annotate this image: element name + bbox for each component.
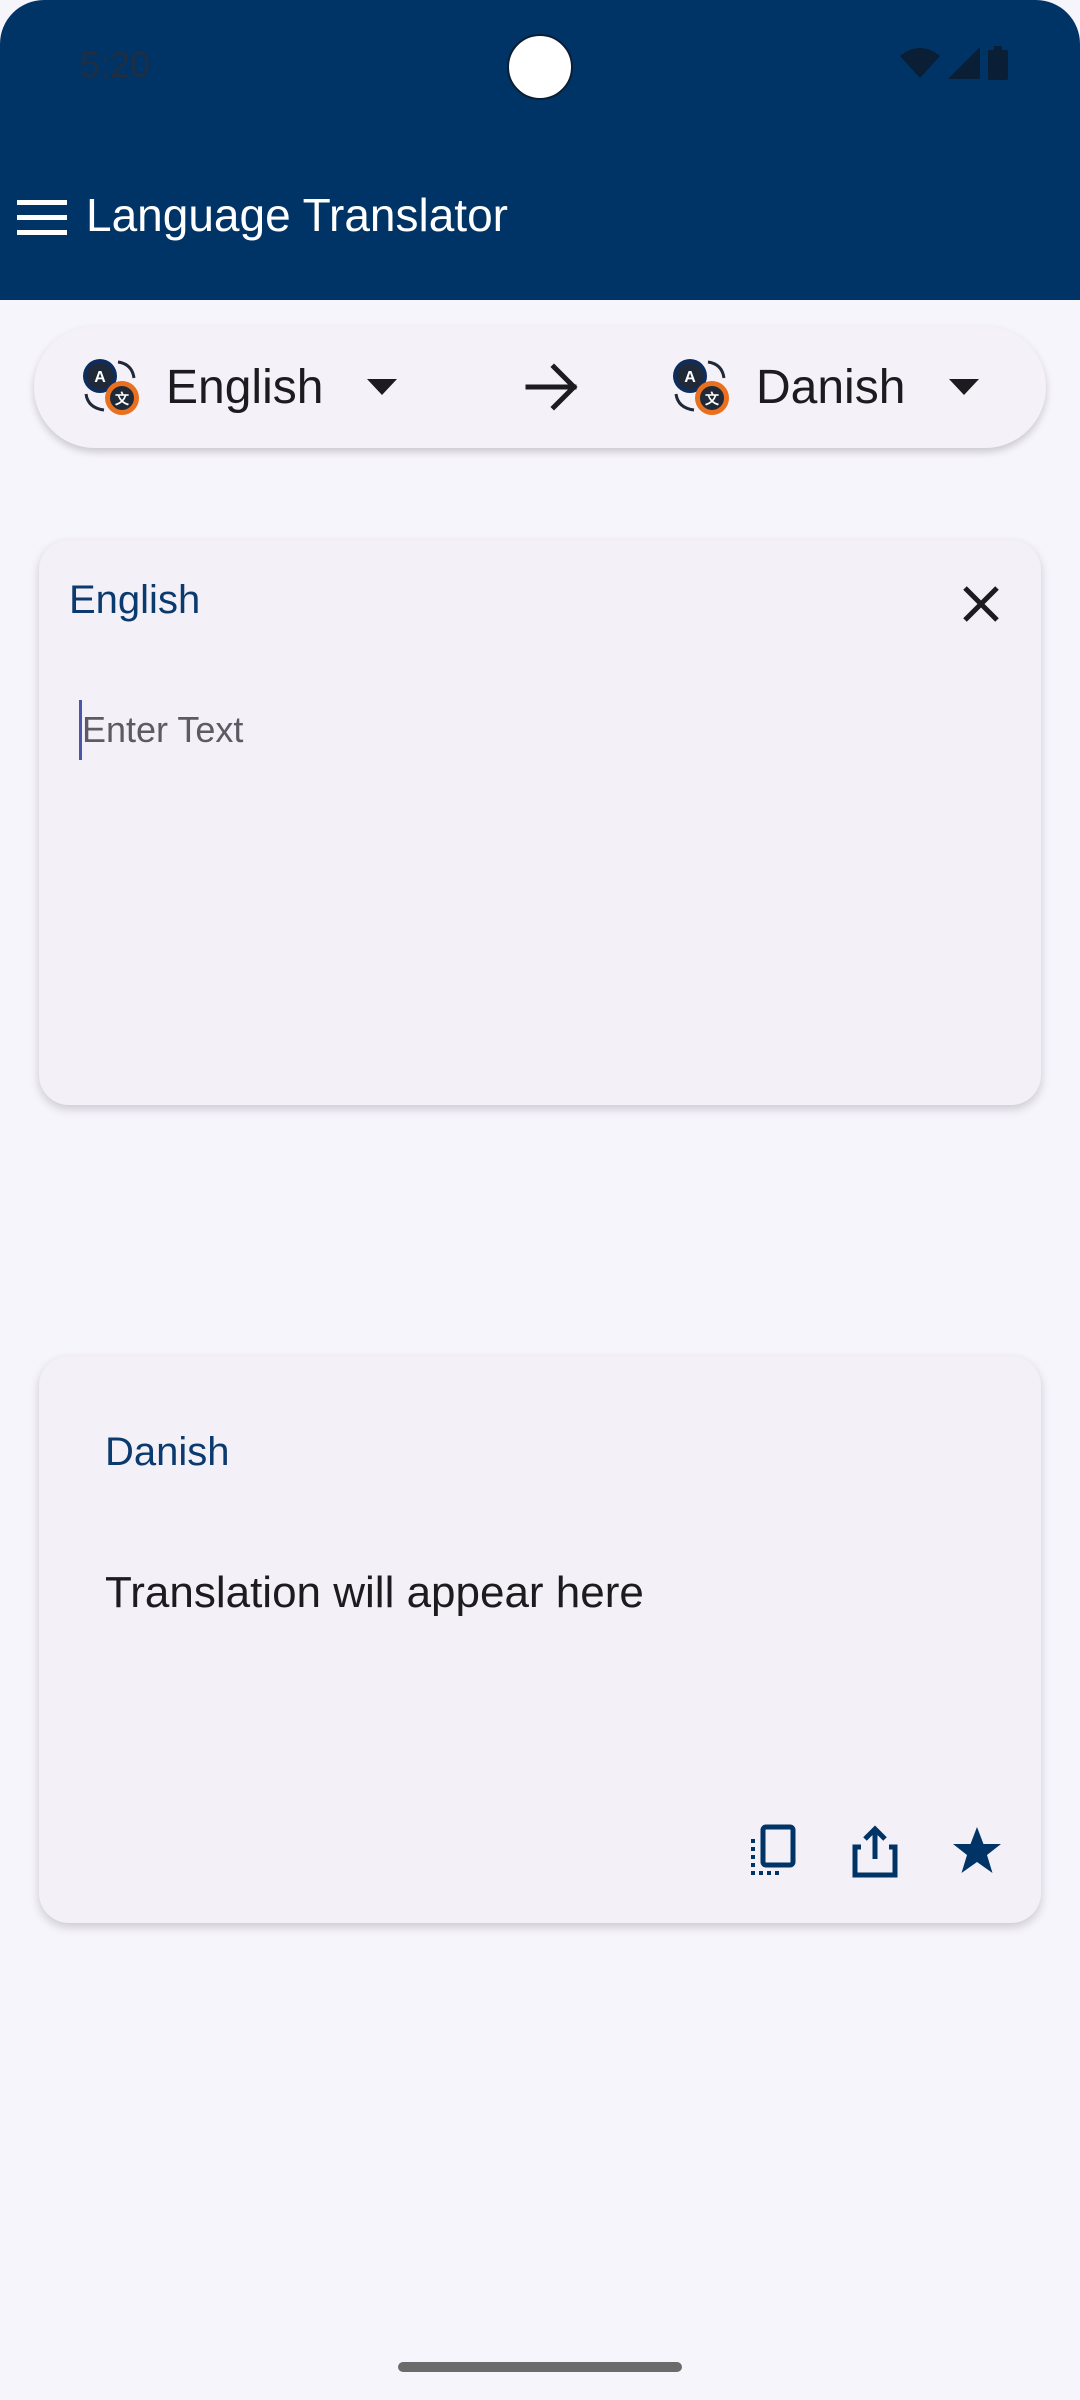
target-language-dropdown[interactable]: A 文 Danish	[668, 326, 980, 448]
status-time: 5:20	[80, 44, 151, 85]
app-bar: 5:20 Language Translator	[0, 0, 1080, 300]
target-language-label: Danish	[756, 360, 906, 414]
output-language-label: Danish	[105, 1430, 230, 1474]
menu-button[interactable]	[14, 190, 70, 246]
output-card: Danish Translation will appear here	[39, 1356, 1041, 1923]
source-language-dropdown[interactable]: A 文 English	[78, 326, 398, 448]
star-icon[interactable]	[949, 1823, 1005, 1879]
input-language-label: English	[69, 578, 201, 622]
svg-text:文: 文	[705, 391, 720, 407]
wifi-icon	[900, 48, 940, 78]
signal-icon	[948, 47, 980, 79]
svg-text:A: A	[94, 369, 106, 386]
svg-text:A: A	[684, 369, 696, 386]
copy-icon[interactable]	[745, 1823, 801, 1879]
dropdown-triangle-icon	[949, 379, 980, 395]
translation-text: Translation will appear here	[105, 1568, 644, 1617]
status-icons	[900, 46, 1008, 80]
close-icon[interactable]	[951, 574, 1011, 634]
translate-language-icon: A 文	[673, 359, 729, 415]
hamburger-menu-icon	[17, 200, 67, 235]
app-title: Language Translator	[86, 189, 508, 241]
home-indicator[interactable]	[398, 2362, 682, 2372]
share-icon[interactable]	[847, 1823, 903, 1879]
source-text-input[interactable]	[79, 700, 979, 760]
input-card: English	[39, 540, 1041, 1105]
battery-icon	[988, 46, 1008, 80]
arrow-right-icon[interactable]	[518, 353, 586, 421]
translate-language-icon: A 文	[83, 359, 139, 415]
svg-text:文: 文	[115, 391, 130, 407]
front-camera-cutout	[507, 34, 573, 100]
language-selector-bar: A 文 English A 文 Danish	[34, 326, 1046, 448]
output-actions	[745, 1823, 1005, 1879]
source-language-label: English	[166, 360, 324, 414]
dropdown-triangle-icon	[367, 379, 398, 395]
